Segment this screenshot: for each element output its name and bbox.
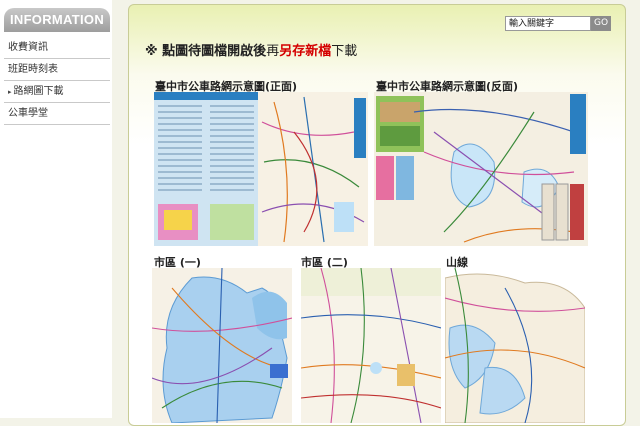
- active-arrow-icon: ▸: [8, 88, 12, 96]
- sidebar-item-bus-school[interactable]: 公車學堂: [4, 103, 110, 125]
- main-panel: GO ※ 點圖待圖檔開啟後再另存新檔下載 臺中市公車路網示意圖(正面): [128, 4, 626, 426]
- map-thumbnail-front[interactable]: [154, 92, 368, 246]
- notice-mark: ※: [145, 44, 158, 59]
- sidebar-item-label: 班距時刻表: [8, 64, 58, 75]
- sidebar-header: INFORMATION: [4, 8, 110, 32]
- sidebar-item-timetable[interactable]: 班距時刻表: [4, 59, 110, 81]
- sidebar: INFORMATION 收費資訊 班距時刻表 ▸ 路網圖下載 公車學堂: [0, 0, 112, 418]
- go-button[interactable]: GO: [591, 16, 611, 31]
- notice-text-red: 另存新檔: [279, 44, 332, 59]
- notice-text-bold: 點圖待圖檔開啟後: [162, 44, 267, 59]
- map-thumbnail-mountain-line[interactable]: [445, 268, 585, 423]
- map-front-graphic: [154, 92, 368, 246]
- sidebar-item-fares[interactable]: 收費資訊: [4, 37, 110, 59]
- notice-text-2: 下載: [331, 44, 358, 59]
- sidebar-item-label: 收費資訊: [8, 42, 48, 53]
- notice-text-1: 再: [266, 44, 280, 59]
- map-thumbnail-urban-2[interactable]: [301, 268, 441, 423]
- sidebar-item-label: 公車學堂: [8, 108, 48, 119]
- map-urban-1-graphic: [152, 268, 292, 423]
- download-notice: ※ 點圖待圖檔開啟後再另存新檔下載: [145, 40, 357, 59]
- map-back-graphic: [374, 92, 588, 246]
- search-input[interactable]: [505, 16, 591, 31]
- map-thumbnail-urban-1[interactable]: [152, 268, 292, 423]
- sidebar-item-route-map[interactable]: ▸ 路網圖下載: [4, 81, 110, 103]
- map-mountain-line-graphic: [445, 268, 585, 423]
- sidebar-item-label: 路網圖下載: [13, 86, 64, 97]
- map-thumbnail-back[interactable]: [374, 92, 588, 246]
- map-urban-2-graphic: [301, 268, 441, 423]
